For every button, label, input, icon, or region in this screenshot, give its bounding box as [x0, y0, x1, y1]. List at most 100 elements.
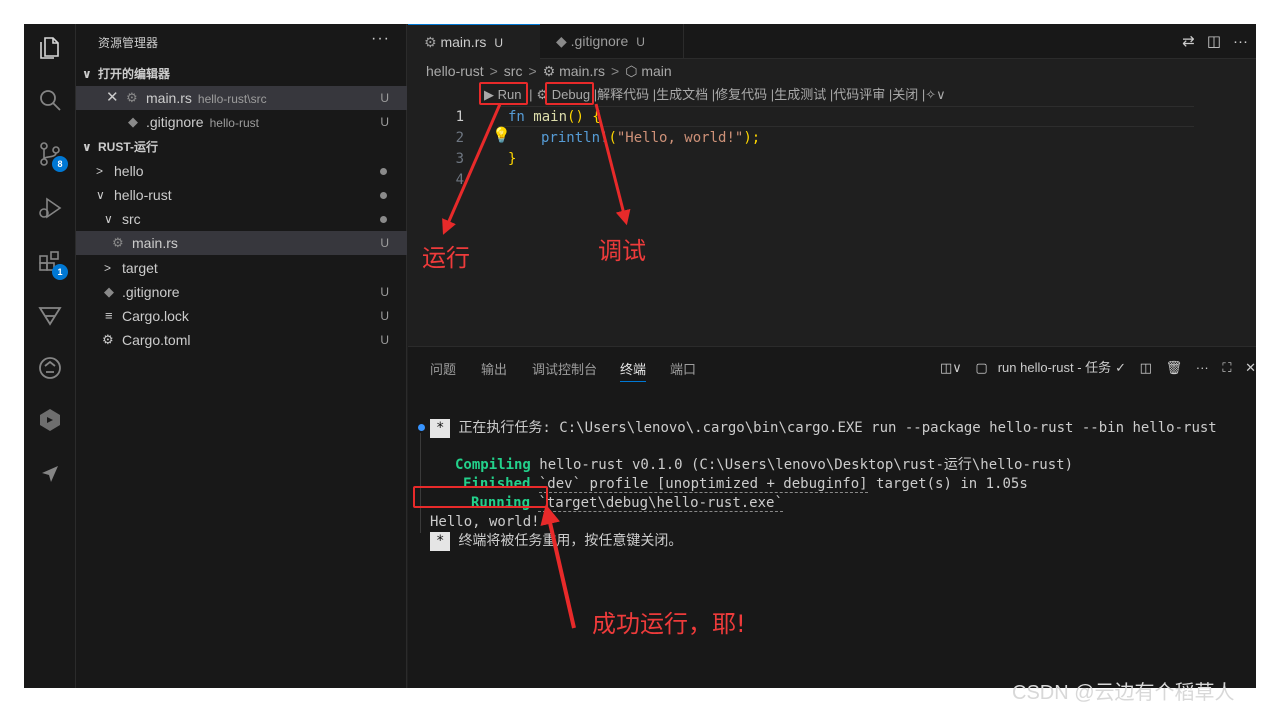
git-file-icon: ◆	[128, 114, 138, 129]
tab-ports[interactable]: 端口	[670, 359, 696, 378]
gear-icon: ⚙	[102, 332, 114, 347]
tree-item-hello-rust[interactable]: ∨ hello-rust	[76, 183, 407, 207]
panel-actions: ◫∨ ▢ run hello-rust - 任务 ✓ ◫ 🗑 ··· ⛶ ✕	[940, 357, 1256, 376]
lightbulb-icon[interactable]: 💡	[492, 126, 511, 144]
modified-dot	[380, 216, 387, 223]
explorer-icon[interactable]	[36, 34, 64, 62]
codelens-close[interactable]: 关闭	[892, 87, 918, 102]
close-panel-icon[interactable]: ✕	[1245, 360, 1256, 375]
open-editor-gitignore[interactable]: ◆ .gitignore hello-rust U	[76, 110, 407, 134]
task-terminal-label[interactable]: run hello-rust - 任务	[998, 360, 1111, 375]
chevron-right-icon: >	[96, 164, 104, 178]
command-bar	[420, 433, 421, 533]
code-line: fn main() {	[508, 109, 601, 125]
explorer-sidebar: 资源管理器 ··· ∨ 打开的编辑器 ✕ ⚙ main.rs hello-rust…	[76, 24, 407, 688]
modified-dot	[380, 192, 387, 199]
extensions-icon[interactable]: 1	[36, 248, 68, 280]
terminal-line: * 终端将被任务重用，按任意键关闭。	[430, 532, 682, 551]
watermark: CSDN @云边有个稻草人	[1012, 682, 1235, 704]
rust-file-icon: ⚙	[112, 235, 124, 250]
breadcrumb-item[interactable]: src	[504, 63, 523, 79]
tab-terminal[interactable]: 终端	[620, 359, 647, 382]
split-editor-icon[interactable]: ◫	[1207, 33, 1221, 50]
more-actions-icon[interactable]: ···	[1196, 360, 1209, 375]
open-editor-main-rs[interactable]: ✕ ⚙ main.rs hello-rust\src U	[76, 86, 407, 110]
close-icon[interactable]: ✕	[106, 86, 119, 110]
tree-item-main-rs[interactable]: ⚙ main.rs U	[76, 231, 407, 255]
git-file-icon: ◆	[556, 33, 571, 49]
debug-annotation: 调试	[598, 237, 646, 265]
tab-gitignore[interactable]: ◆ .gitignore U	[540, 24, 684, 59]
source-control-icon[interactable]: 8	[36, 140, 68, 172]
split-terminal-icon[interactable]: ◫	[1140, 360, 1152, 375]
editor-tabs: ⚙ main.rs U ◆ .gitignore U ⇄ ◫ ···	[408, 24, 1256, 59]
rust-file-icon: ⚙	[126, 90, 138, 105]
search-icon[interactable]	[36, 86, 64, 114]
line-number: 1	[455, 109, 464, 125]
rust-file-icon: ⚙	[542, 63, 560, 79]
tree-item-cargo-toml[interactable]: ⚙ Cargo.toml U	[76, 328, 407, 352]
maximize-panel-icon[interactable]: ⛶	[1222, 360, 1231, 375]
code-line: }	[508, 151, 517, 167]
terminal-program-output: Hello, world!	[430, 514, 540, 530]
tree-item-cargo-lock[interactable]: ≡ Cargo.lock U	[76, 304, 407, 328]
codelens-docs[interactable]: 生成文档	[656, 87, 708, 102]
code-line: println!("Hello, world!");	[541, 130, 761, 146]
modified-dot	[380, 168, 387, 175]
explorer-more-button[interactable]: ···	[371, 30, 390, 48]
new-terminal-icon[interactable]: ◫∨	[940, 360, 962, 375]
lines-file-icon: ≡	[105, 308, 113, 323]
tree-item-target[interactable]: > target	[76, 256, 407, 280]
chevron-down-icon: ∨	[96, 188, 105, 202]
codelens-explain[interactable]: 解释代码	[597, 87, 649, 102]
line-number: 2	[455, 130, 464, 146]
chevron-down-icon: ∨	[82, 140, 92, 154]
activity-bar: 8 1	[24, 24, 76, 688]
git-file-icon: ◆	[104, 284, 114, 299]
more-actions-icon[interactable]: ···	[1233, 33, 1248, 50]
source-control-badge: 8	[52, 156, 68, 172]
vscode-window: 8 1 资源管理器 ··· ∨ 打开的编辑器 ✕ ⚙ main.rs hello…	[24, 24, 1256, 688]
breadcrumb-item[interactable]: main	[641, 63, 671, 79]
ai-assistant-icon[interactable]	[36, 354, 64, 382]
cube-icon: ⬡	[625, 63, 642, 79]
terminal-line: Compiling hello-rust v0.1.0 (C:\Users\le…	[455, 457, 1074, 473]
editor-actions: ⇄ ◫ ···	[1170, 24, 1248, 59]
tree-item-gitignore[interactable]: ◆ .gitignore U	[76, 280, 407, 304]
terminal-icon: ▢	[975, 360, 988, 375]
rust-analyzer-icon[interactable]	[36, 300, 64, 328]
debug-highlight-box	[545, 82, 594, 105]
codelens-tests[interactable]: 生成测试	[774, 87, 826, 102]
workspace-header[interactable]: ∨ RUST-运行	[76, 135, 407, 159]
run-annotation: 运行	[422, 244, 470, 272]
trash-icon[interactable]: 🗑	[1166, 360, 1183, 375]
run-debug-icon[interactable]	[36, 194, 64, 222]
command-decoration-dot	[418, 424, 425, 431]
breadcrumb: hello-rust > src > ⚙ main.rs > ⬡ main	[426, 63, 672, 79]
ai-logo-icon[interactable]: ✧∨	[925, 87, 945, 102]
open-editors-header[interactable]: ∨ 打开的编辑器	[76, 62, 407, 86]
run-highlight-box	[479, 82, 528, 105]
tree-item-hello[interactable]: > hello	[76, 159, 407, 183]
tab-main-rs[interactable]: ⚙ main.rs U	[408, 24, 540, 59]
current-line-highlight	[498, 106, 1194, 127]
chevron-right-icon: >	[104, 261, 112, 275]
codelens-review[interactable]: 代码评审	[833, 87, 885, 102]
codelens-fix[interactable]: 修复代码	[715, 87, 767, 102]
breadcrumb-item[interactable]: main.rs	[559, 63, 605, 79]
chevron-down-icon: ∨	[82, 67, 92, 81]
compare-changes-icon[interactable]: ⇄	[1182, 33, 1195, 50]
rust-file-icon: ⚙	[424, 34, 441, 50]
line-number: 4	[455, 172, 464, 188]
tree-item-src[interactable]: ∨ src	[76, 207, 407, 231]
tab-problems[interactable]: 问题	[430, 359, 456, 378]
tab-debug-console[interactable]: 调试控制台	[532, 359, 597, 378]
chevron-down-icon: ∨	[104, 212, 113, 226]
plugin-icon[interactable]	[36, 406, 64, 434]
extensions-badge: 1	[52, 264, 68, 280]
navigate-icon[interactable]	[36, 460, 64, 488]
tab-output[interactable]: 输出	[481, 359, 507, 378]
terminal-line: * 正在执行任务: C:\Users\lenovo\.cargo\bin\carg…	[430, 419, 1217, 438]
breadcrumb-item[interactable]: hello-rust	[426, 63, 484, 79]
success-annotation: 成功运行，耶!	[592, 610, 746, 638]
